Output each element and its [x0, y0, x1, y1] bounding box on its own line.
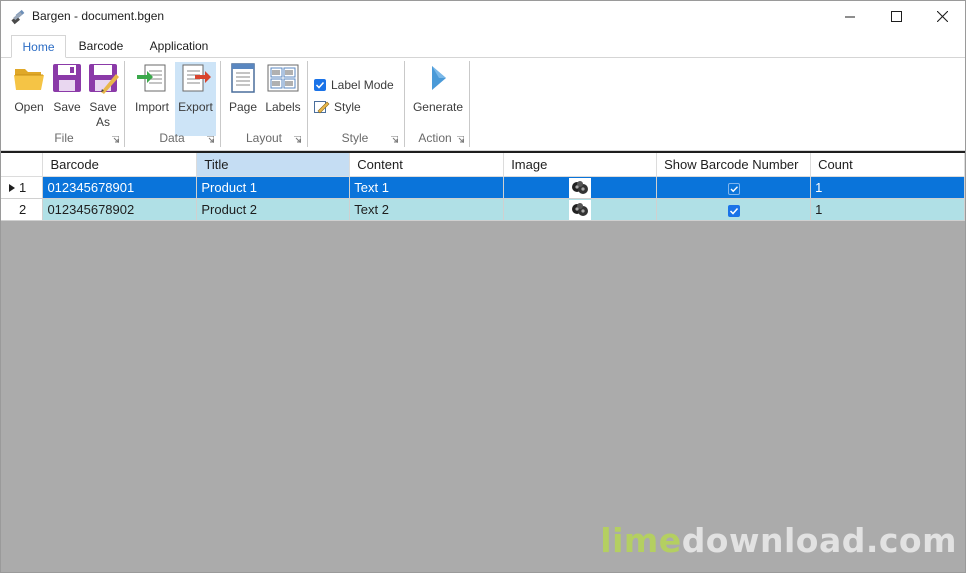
cell-image[interactable]: [503, 198, 658, 221]
table-row[interactable]: 2 012345678902 Product 2 Text 2 1: [1, 198, 965, 221]
row-header[interactable]: 2: [1, 198, 44, 221]
labels-icon: [267, 64, 299, 92]
save-as-label-line1: Save: [89, 100, 117, 114]
style-button[interactable]: Style: [314, 100, 361, 114]
group-label-data: Data: [159, 131, 185, 145]
floppy-save-as-icon: [89, 64, 119, 94]
grid-table: Barcode Title Content Image Show Barcode…: [1, 153, 965, 221]
export-icon: [182, 64, 211, 92]
save-as-button[interactable]: Save As: [85, 62, 121, 130]
close-button[interactable]: [919, 1, 965, 32]
image-thumbnail-icon: [569, 177, 592, 198]
ribbon-separator: [307, 61, 308, 147]
cell-barcode[interactable]: 012345678902: [42, 198, 198, 221]
group-label-layout: Layout: [245, 131, 283, 145]
ribbon-separator: [404, 61, 405, 147]
ribbon-separator: [469, 61, 470, 147]
label-mode-label: Label Mode: [331, 78, 394, 92]
cell-show-barcode-number[interactable]: [656, 198, 812, 221]
page-icon: [231, 63, 255, 93]
ribbon-panel: Open Save Save As File Import Export Dat…: [1, 58, 965, 151]
checkbox-checked-icon: [727, 204, 740, 217]
import-icon: [137, 64, 166, 92]
cell-show-barcode-number[interactable]: [656, 176, 812, 199]
page-label: Page: [228, 100, 258, 114]
table-row[interactable]: 1 012345678901 Product 1 Text 1 1: [1, 176, 965, 199]
data-group-launcher-icon[interactable]: [207, 136, 214, 143]
folder-open-icon: [14, 69, 44, 90]
group-label-style: Style: [341, 131, 369, 145]
generate-button[interactable]: Generate: [412, 62, 464, 115]
labels-label: Labels: [265, 100, 301, 114]
ribbon-separator: [124, 61, 125, 147]
group-label-file: File: [54, 131, 74, 145]
generate-label: Generate: [412, 100, 464, 114]
tab-barcode[interactable]: Barcode: [71, 35, 131, 58]
current-row-arrow-icon: [9, 184, 15, 192]
tab-home[interactable]: Home: [11, 35, 66, 58]
window-title: Bargen - document.bgen: [32, 9, 165, 23]
cell-title[interactable]: Product 1: [196, 176, 351, 199]
watermark: limedownload.com: [600, 521, 957, 560]
column-header-image[interactable]: Image: [503, 153, 658, 177]
save-button[interactable]: Save: [50, 62, 84, 115]
label-mode-checkbox[interactable]: Label Mode: [314, 78, 394, 92]
play-arrow-icon: [432, 66, 446, 90]
row-header[interactable]: 1: [1, 176, 44, 199]
watermark-part2: download.com: [681, 521, 957, 560]
open-button[interactable]: Open: [11, 62, 47, 115]
column-header-title[interactable]: Title: [196, 153, 351, 177]
open-label: Open: [14, 100, 44, 114]
column-header-barcode[interactable]: Barcode: [42, 153, 198, 177]
row-index: 1: [19, 180, 27, 195]
row-header-corner[interactable]: [1, 153, 44, 177]
app-pen-icon: [11, 9, 25, 25]
layout-group-launcher-icon[interactable]: [294, 136, 301, 143]
column-header-content[interactable]: Content: [349, 153, 505, 177]
column-header-count[interactable]: Count: [810, 153, 965, 177]
cell-content[interactable]: Text 1: [349, 176, 505, 199]
save-label: Save: [53, 100, 81, 114]
grid-header-row: Barcode Title Content Image Show Barcode…: [1, 153, 965, 177]
watermark-part1: lime: [600, 521, 682, 560]
column-header-show-barcode-number[interactable]: Show Barcode Number: [656, 153, 812, 177]
import-button[interactable]: Import: [132, 62, 172, 115]
export-button[interactable]: Export: [175, 62, 216, 136]
checkbox-checked-icon: [727, 182, 740, 195]
style-group-launcher-icon[interactable]: [391, 136, 398, 143]
close-icon: [936, 11, 948, 22]
page-button[interactable]: Page: [226, 62, 260, 115]
app-window: Bargen - document.bgen Home Barcode Appl…: [0, 0, 966, 573]
file-group-launcher-icon[interactable]: [112, 136, 119, 143]
cell-barcode[interactable]: 012345678901: [42, 176, 198, 199]
cell-count[interactable]: 1: [810, 176, 965, 199]
labels-button[interactable]: Labels: [263, 62, 303, 115]
import-label: Import: [134, 100, 169, 114]
row-index: 2: [19, 202, 27, 217]
export-label: Export: [178, 100, 213, 114]
maximize-icon: [890, 11, 902, 22]
cell-content[interactable]: Text 2: [349, 198, 505, 221]
action-group-launcher-icon[interactable]: [457, 136, 464, 143]
title-bar: Bargen - document.bgen: [1, 1, 965, 32]
minimize-icon: [845, 16, 855, 17]
data-grid[interactable]: Barcode Title Content Image Show Barcode…: [1, 151, 965, 572]
cell-title[interactable]: Product 2: [196, 198, 351, 221]
ribbon-separator: [220, 61, 221, 147]
floppy-save-icon: [53, 64, 81, 92]
tab-application[interactable]: Application: [141, 35, 217, 58]
style-label: Style: [334, 100, 361, 114]
style-edit-icon: [314, 101, 330, 114]
checkbox-checked-icon: [314, 79, 326, 91]
save-as-label-line2: As: [95, 115, 110, 129]
maximize-button[interactable]: [873, 1, 919, 32]
group-label-action: Action: [418, 131, 452, 145]
cell-image[interactable]: [503, 176, 658, 199]
minimize-button[interactable]: [827, 1, 873, 32]
cell-count[interactable]: 1: [810, 198, 965, 221]
ribbon-tabstrip: Home Barcode Application: [1, 32, 965, 58]
image-thumbnail-icon: [569, 199, 592, 220]
